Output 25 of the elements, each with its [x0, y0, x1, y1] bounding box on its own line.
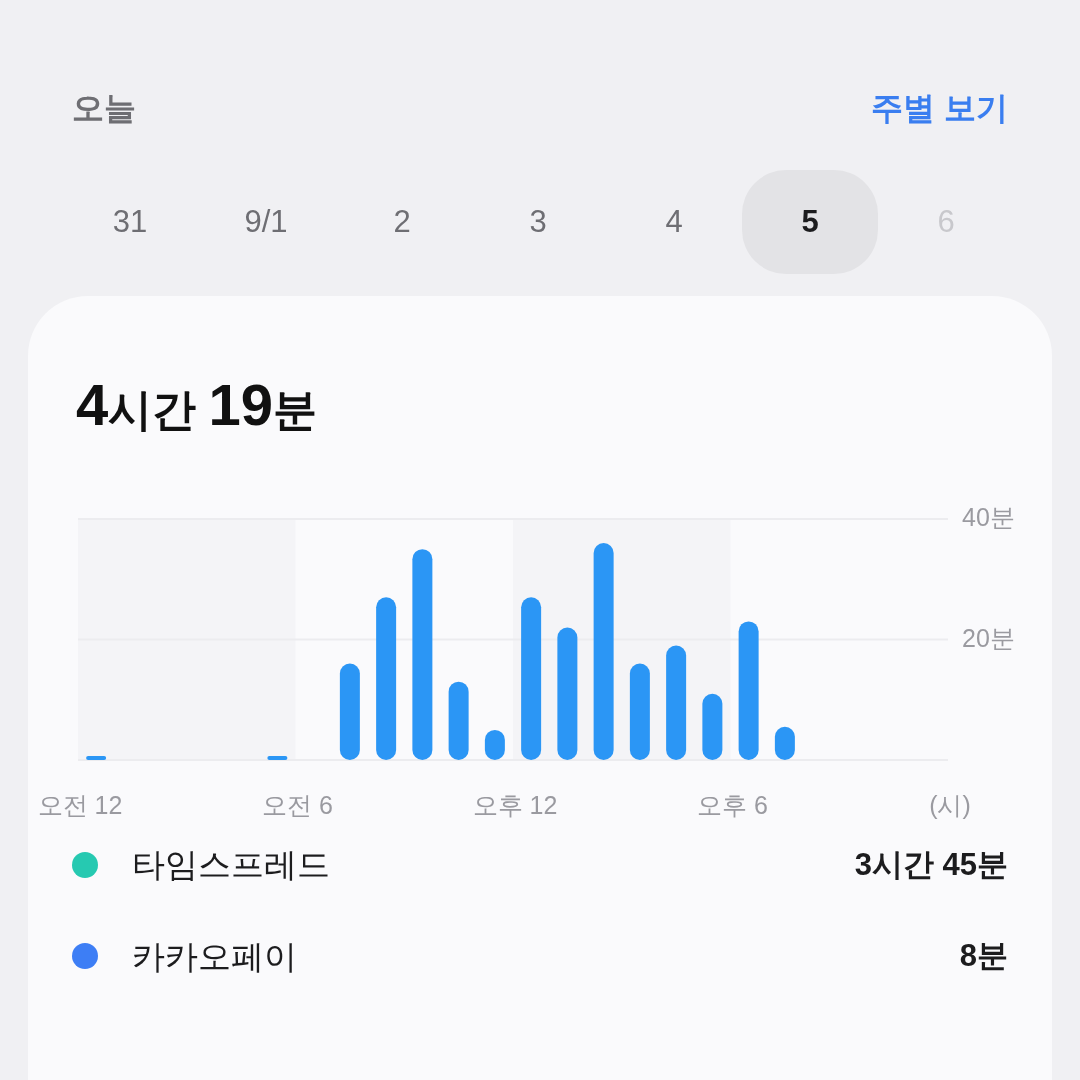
x-axis-label: 오후 12	[472, 793, 558, 818]
x-axis-label: 오전 12	[37, 793, 123, 818]
day-tab[interactable]: 9/1	[198, 170, 334, 274]
day-tab[interactable]: 4	[606, 170, 742, 274]
total-time: 4시간 19분	[75, 376, 318, 434]
x-axis-label: 오후 6	[697, 793, 768, 818]
x-axis-unit: (시)	[929, 793, 971, 818]
day-tab[interactable]: 5	[742, 170, 878, 274]
day-tab[interactable]: 3	[470, 170, 606, 274]
weekly-view-link[interactable]: 주별 보기	[871, 84, 1008, 132]
chart-bar	[86, 756, 107, 760]
app-duration: 3시간 45분	[854, 845, 1008, 884]
chart-bar	[484, 729, 505, 760]
app-name: 카카오페이	[132, 936, 297, 977]
chart-bar	[702, 693, 723, 760]
chart-bar	[267, 756, 288, 760]
app-duration: 8분	[959, 937, 1008, 975]
day-tab[interactable]: 2	[334, 170, 470, 274]
y-axis-label: 20분	[962, 625, 1015, 651]
day-tab[interactable]: 31	[62, 170, 198, 274]
chart-bar	[774, 726, 795, 760]
y-axis-label: 40분	[962, 505, 1015, 530]
x-axis-label: 오전 6	[262, 793, 333, 818]
app-name: 타임스프레드	[132, 845, 330, 885]
page-title: 오늘	[72, 89, 136, 128]
